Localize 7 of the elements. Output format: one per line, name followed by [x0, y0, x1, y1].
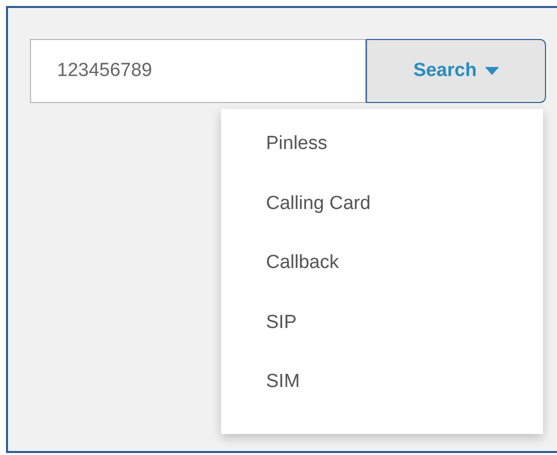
menu-item[interactable]: Callback: [221, 250, 543, 310]
caret-icon: [484, 67, 499, 75]
search-field[interactable]: 123456789: [30, 39, 366, 103]
menu-item[interactable]: SIM: [221, 369, 543, 428]
menu-item[interactable]: SIP: [221, 310, 543, 369]
menu-item[interactable]: Calling Card: [221, 190, 543, 250]
menu-item[interactable]: Pinless: [221, 131, 543, 190]
